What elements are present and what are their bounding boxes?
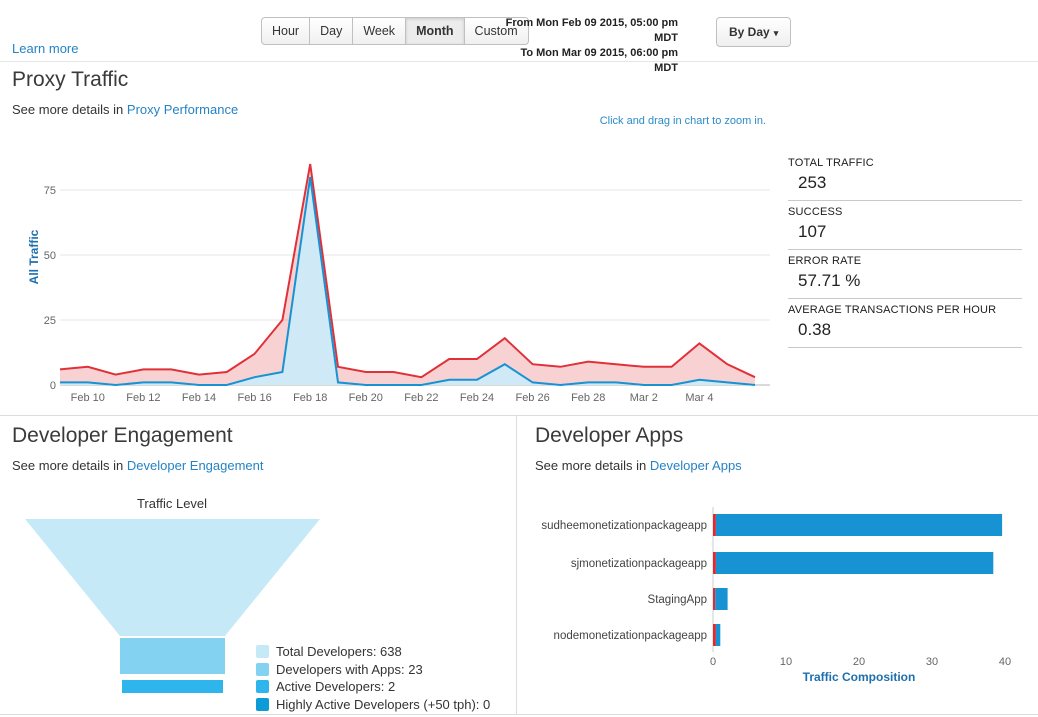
range-button-group: Hour Day Week Month Custom xyxy=(261,17,529,45)
range-button-week[interactable]: Week xyxy=(352,17,406,45)
legend-label: Active Developers: 2 xyxy=(276,679,395,694)
svg-text:Traffic Composition: Traffic Composition xyxy=(803,670,916,684)
learn-more-link[interactable]: Learn more xyxy=(12,41,78,56)
legend-item: Highly Active Developers (+50 tph): 0 xyxy=(256,696,490,714)
funnel-legend: Total Developers: 638 Developers with Ap… xyxy=(256,643,490,713)
legend-item: Active Developers: 2 xyxy=(256,678,490,696)
developer-apps-section: Developer Apps See more details in Devel… xyxy=(517,416,1038,714)
svg-text:40: 40 xyxy=(999,656,1011,668)
stat-value: 107 xyxy=(788,222,1022,242)
stat-value: 57.71 % xyxy=(788,271,1022,291)
group-by-dropdown[interactable]: By Day ▾ xyxy=(716,17,791,47)
group-by-label: By Day xyxy=(729,25,770,39)
svg-text:sudheemonetizationpackageapp: sudheemonetizationpackageapp xyxy=(541,520,707,532)
legend-label: Developers with Apps: 23 xyxy=(276,662,423,677)
stat-label: ERROR RATE xyxy=(788,255,1022,267)
svg-text:30: 30 xyxy=(926,656,938,668)
svg-text:Feb 10: Feb 10 xyxy=(71,392,105,404)
developer-apps-details: See more details in Developer Apps xyxy=(535,458,742,473)
legend-swatch-icon xyxy=(256,698,269,711)
proxy-traffic-section: Proxy Traffic See more details in Proxy … xyxy=(0,62,1038,415)
developer-engagement-section: Developer Engagement See more details in… xyxy=(0,416,517,714)
developer-engagement-link[interactable]: Developer Engagement xyxy=(127,458,264,473)
legend-swatch-icon xyxy=(256,680,269,693)
stat-row: TOTAL TRAFFIC 253 xyxy=(788,152,1022,201)
developer-engagement-details: See more details in Developer Engagement xyxy=(12,458,264,473)
range-button-day[interactable]: Day xyxy=(309,17,353,45)
zoom-hint: Click and drag in chart to zoom in. xyxy=(0,115,766,127)
svg-text:Mar 4: Mar 4 xyxy=(685,392,713,404)
date-from: From Mon Feb 09 2015, 05:00 pm MDT xyxy=(498,16,678,46)
developer-apps-link[interactable]: Developer Apps xyxy=(650,458,742,473)
funnel-title: Traffic Level xyxy=(12,496,332,511)
svg-text:sjmonetizationpackageapp: sjmonetizationpackageapp xyxy=(571,558,707,570)
stat-row: AVERAGE TRANSACTIONS PER HOUR 0.38 xyxy=(788,299,1022,348)
stat-label: AVERAGE TRANSACTIONS PER HOUR xyxy=(788,304,1022,316)
analytics-dashboard: Learn more Hour Day Week Month Custom Fr… xyxy=(0,0,1038,717)
svg-text:Mar 2: Mar 2 xyxy=(630,392,658,404)
stat-label: SUCCESS xyxy=(788,206,1022,218)
developer-engagement-title: Developer Engagement xyxy=(12,424,233,448)
svg-text:Feb 14: Feb 14 xyxy=(182,392,216,404)
traffic-stats-panel: TOTAL TRAFFIC 253 SUCCESS 107 ERROR RATE… xyxy=(788,152,1022,348)
legend-label: Highly Active Developers (+50 tph): 0 xyxy=(276,697,490,712)
svg-text:0: 0 xyxy=(710,656,716,668)
details-prefix: See more details in xyxy=(12,458,127,473)
svg-text:10: 10 xyxy=(780,656,792,668)
stat-row: ERROR RATE 57.71 % xyxy=(788,250,1022,299)
stat-value: 0.38 xyxy=(788,320,1022,340)
apps-bar-chart: 0 10 20 30 40 sudheemonetizationpackageapp sjm… xyxy=(517,504,1038,699)
legend-item: Total Developers: 638 xyxy=(256,643,490,661)
legend-swatch-icon xyxy=(256,645,269,658)
proxy-traffic-title: Proxy Traffic xyxy=(12,68,128,92)
svg-text:50: 50 xyxy=(44,250,56,262)
svg-text:25: 25 xyxy=(44,315,56,327)
range-button-hour[interactable]: Hour xyxy=(261,17,310,45)
stat-value: 253 xyxy=(788,173,1022,193)
caret-down-icon: ▾ xyxy=(774,28,779,38)
svg-text:20: 20 xyxy=(853,656,865,668)
bottom-panels: Developer Engagement See more details in… xyxy=(0,415,1038,715)
developer-apps-title: Developer Apps xyxy=(535,424,683,448)
svg-text:StagingApp: StagingApp xyxy=(648,594,707,606)
svg-text:Feb 26: Feb 26 xyxy=(515,392,549,404)
svg-text:Feb 18: Feb 18 xyxy=(293,392,327,404)
svg-text:Feb 16: Feb 16 xyxy=(237,392,271,404)
svg-text:Feb 22: Feb 22 xyxy=(404,392,438,404)
svg-text:Feb 12: Feb 12 xyxy=(126,392,160,404)
svg-text:Feb 24: Feb 24 xyxy=(460,392,494,404)
svg-text:nodemonetizationpackageapp: nodemonetizationpackageapp xyxy=(554,630,707,642)
stat-label: TOTAL TRAFFIC xyxy=(788,157,1022,169)
legend-swatch-icon xyxy=(256,663,269,676)
svg-text:Feb 28: Feb 28 xyxy=(571,392,605,404)
svg-text:Feb 20: Feb 20 xyxy=(349,392,383,404)
details-prefix: See more details in xyxy=(535,458,650,473)
legend-item: Developers with Apps: 23 xyxy=(256,661,490,679)
proxy-traffic-chart[interactable]: 0 25 50 75 Feb 10 Feb 12 Feb 14 Feb 16 Feb 18 Feb… xyxy=(0,134,785,406)
svg-text:0: 0 xyxy=(50,380,56,392)
range-button-month[interactable]: Month xyxy=(405,17,464,45)
svg-text:75: 75 xyxy=(44,185,56,197)
stat-row: SUCCESS 107 xyxy=(788,201,1022,250)
legend-label: Total Developers: 638 xyxy=(276,644,402,659)
topbar: Learn more Hour Day Week Month Custom Fr… xyxy=(0,0,1038,62)
